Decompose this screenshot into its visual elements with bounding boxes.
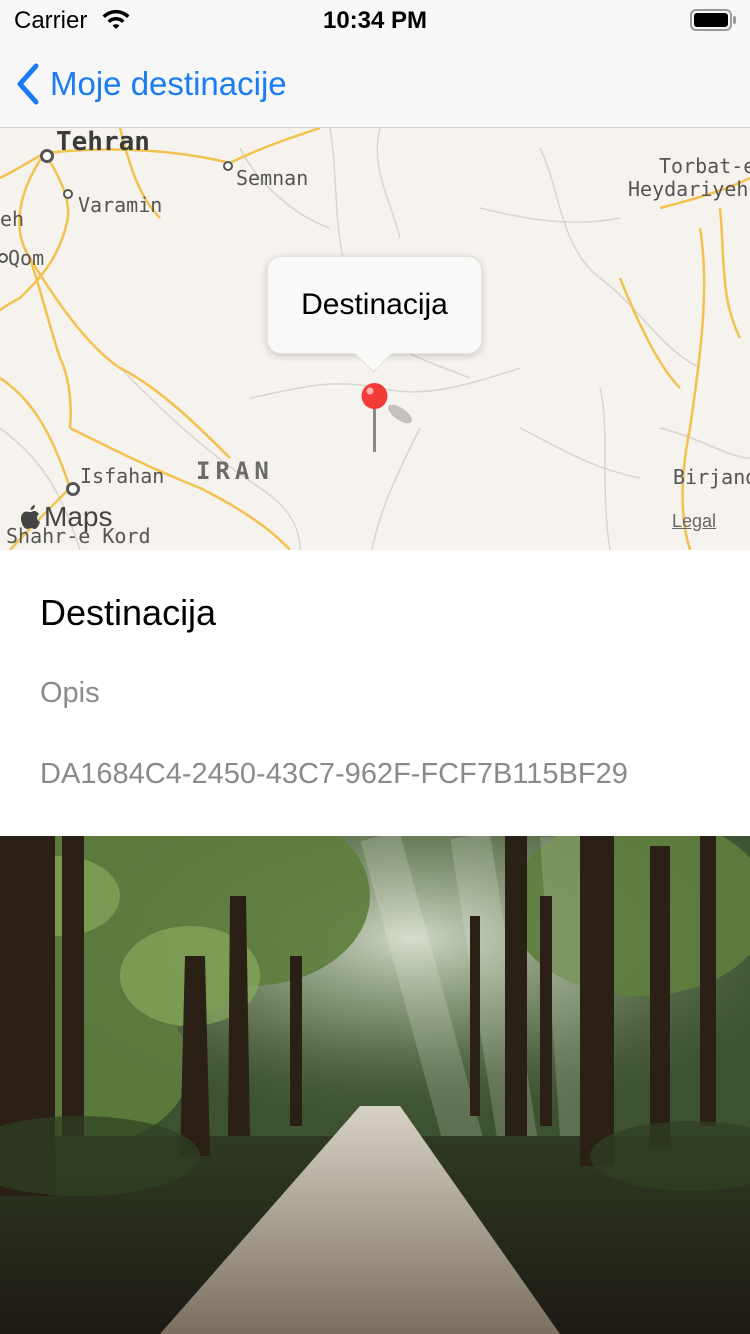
maps-logo-text: Maps xyxy=(44,501,113,532)
city-marker xyxy=(66,482,80,496)
map-label-qom: Qom xyxy=(8,246,45,270)
back-button-label: Moje destinacije xyxy=(50,65,287,102)
map-view[interactable]: Tehran Semnan Varamin eh Qom Torbat-e He… xyxy=(0,128,750,550)
maps-logo: Maps xyxy=(20,501,112,533)
destination-title: Destinacija xyxy=(40,592,217,633)
destination-description: Opis xyxy=(40,677,100,709)
destination-details: Destinacija Opis DA1684C4-2450-43C7-962F… xyxy=(0,550,750,836)
callout-title: Destinacija xyxy=(301,288,448,321)
back-button[interactable]: Moje destinacije xyxy=(14,60,287,108)
apple-logo-icon xyxy=(21,505,40,529)
map-callout[interactable]: Destinacija xyxy=(267,256,482,354)
forest-road-image xyxy=(0,836,750,1334)
map-label-tehran: Tehran xyxy=(56,128,150,157)
navigation-bar: Moje destinacije xyxy=(0,40,750,128)
legal-link[interactable]: Legal xyxy=(672,511,716,532)
city-marker xyxy=(40,149,54,163)
map-label-varamin: Varamin xyxy=(78,193,163,217)
map-label-partial: eh xyxy=(0,207,25,231)
map-label-semnan: Semnan xyxy=(236,166,309,190)
map-label-torbat: Torbat-e xyxy=(659,154,750,178)
city-marker xyxy=(63,189,73,199)
map-label-iran: IRAN xyxy=(196,457,274,485)
map-label-isfahan: Isfahan xyxy=(80,464,165,488)
city-marker xyxy=(223,161,233,171)
map-pin-icon[interactable] xyxy=(356,378,416,458)
map-label-birjand: Birjand xyxy=(673,465,750,489)
battery-icon xyxy=(690,9,736,31)
status-bar: Carrier 10:34 PM xyxy=(0,0,750,40)
map-label-heydariyeh: Heydariyeh xyxy=(628,177,749,201)
chevron-left-icon xyxy=(17,63,39,105)
status-time: 10:34 PM xyxy=(322,7,428,34)
destination-id: DA1684C4-2450-43C7-962F-FCF7B115BF29 xyxy=(40,758,628,790)
